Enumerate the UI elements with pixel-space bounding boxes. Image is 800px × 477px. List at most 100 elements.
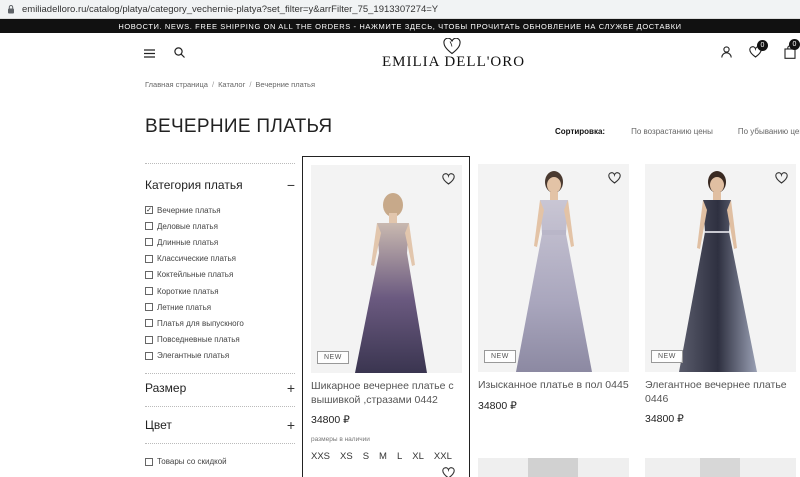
category-option[interactable]: Деловые платья — [145, 218, 295, 234]
url-text: emiliadelloro.ru/catalog/platya/category… — [22, 3, 439, 15]
lock-icon — [8, 5, 14, 14]
add-to-wishlist-icon[interactable] — [775, 172, 788, 184]
product-title[interactable]: Шикарное вечернее платье с вышивкой ,стр… — [311, 379, 461, 407]
collapse-icon[interactable]: − — [287, 178, 295, 192]
cart-count-badge: 0 — [789, 39, 800, 50]
checkbox[interactable] — [145, 270, 153, 279]
category-checklist: ✓ Вечерние платья Деловые платья Длинные … — [145, 202, 295, 364]
category-option[interactable]: Короткие платья — [145, 283, 295, 299]
add-to-wishlist-icon[interactable] — [442, 467, 455, 477]
breadcrumb-current: Вечерние платья — [255, 80, 316, 89]
product-card[interactable]: NEW Шикарное вечернее платье с вышивкой … — [302, 156, 470, 477]
product-image[interactable] — [478, 458, 629, 477]
category-option-label: Длинные платья — [157, 237, 219, 247]
add-to-wishlist-icon[interactable] — [608, 172, 621, 184]
expand-icon[interactable]: + — [287, 381, 295, 395]
divider — [145, 372, 295, 374]
category-option[interactable]: Платья для выпускного — [145, 315, 295, 331]
product-image[interactable] — [645, 164, 796, 372]
account-button[interactable] — [720, 45, 733, 59]
search-button[interactable] — [173, 46, 186, 59]
checkbox-checked[interactable]: ✓ — [145, 206, 153, 215]
site-header: EMILIA DELL'ORO 0 0 — [0, 33, 800, 78]
size-options: XXS XS S M L XL XXL — [311, 451, 462, 462]
new-badge: NEW — [484, 350, 516, 363]
sale-option-label: Товары со скидкой — [157, 457, 227, 467]
sort-controls: Сортировка: По возрастанию цены По убыва… — [555, 127, 800, 136]
checkbox[interactable] — [145, 303, 153, 312]
filter-color-title: Цвет — [145, 417, 172, 432]
checkbox[interactable] — [145, 335, 153, 344]
user-icon — [721, 46, 732, 58]
size-option[interactable]: S — [363, 451, 369, 462]
category-option[interactable]: Классические платья — [145, 251, 295, 267]
heart-logo-icon — [443, 38, 461, 55]
product-photo — [478, 164, 629, 372]
sort-price-desc[interactable]: По убыванию цены — [738, 127, 800, 136]
size-option[interactable]: XXS — [311, 451, 330, 462]
filter-size-title: Размер — [145, 380, 187, 395]
category-option-label: Платья для выпускного — [157, 318, 244, 328]
announcement-bar[interactable]: НОВОСТИ. NEWS. FREE SHIPPING ON ALL THE … — [0, 19, 800, 33]
add-to-wishlist-icon[interactable] — [442, 173, 455, 185]
site-logo[interactable]: EMILIA DELL'ORO — [382, 38, 526, 71]
product-photo — [311, 165, 462, 373]
checkbox[interactable] — [145, 254, 153, 263]
product-title[interactable]: Изысканное платье в пол 0445 — [478, 378, 630, 392]
new-badge: NEW — [651, 350, 683, 363]
address-bar[interactable]: emiliadelloro.ru/catalog/platya/category… — [0, 0, 800, 19]
checkbox[interactable] — [145, 457, 153, 466]
category-option-label: Вечерние платья — [157, 205, 221, 215]
page-title: ВЕЧЕРНИЕ ПЛАТЬЯ — [145, 116, 333, 137]
product-card[interactable]: NEW Изысканное платье в пол 0445 34800 ₽ — [478, 164, 630, 477]
sizes-available-label: размеры в наличии — [311, 436, 370, 443]
sale-checklist: Товары со скидкой — [145, 454, 295, 470]
category-option-label: Летние платья — [157, 302, 212, 312]
filter-category-header[interactable]: Категория платья − — [145, 176, 295, 194]
logo-text: EMILIA DELL'ORO — [382, 54, 526, 70]
announcement-text: НОВОСТИ. NEWS. FREE SHIPPING ON ALL THE … — [118, 21, 682, 31]
checkbox[interactable] — [145, 319, 153, 328]
filter-sidebar: Категория платья − ✓ Вечерние платья Дело… — [145, 163, 295, 470]
breadcrumb-home[interactable]: Главная страница — [145, 80, 208, 89]
product-card[interactable]: NEW Элегантное вечернее платье 0446 3480… — [645, 164, 800, 477]
category-option[interactable]: Летние платья — [145, 299, 295, 315]
category-option[interactable]: Повседневные платья — [145, 332, 295, 348]
category-option[interactable]: Длинные платья — [145, 234, 295, 250]
size-option[interactable]: XXL — [434, 451, 452, 462]
category-option-label: Классические платья — [157, 254, 236, 264]
breadcrumb-catalog[interactable]: Каталог — [218, 80, 245, 89]
product-photo — [645, 164, 796, 372]
product-image[interactable] — [478, 164, 629, 372]
size-option[interactable]: L — [397, 451, 402, 462]
product-title[interactable]: Элегантное вечернее платье 0446 — [645, 378, 795, 406]
category-option[interactable]: ✓ Вечерние платья — [145, 202, 295, 218]
size-option[interactable]: XS — [340, 451, 353, 462]
product-image[interactable] — [645, 458, 796, 477]
filter-size-header[interactable]: Размер + — [145, 379, 295, 397]
wishlist-count-badge: 0 — [757, 40, 768, 51]
menu-button[interactable] — [143, 47, 155, 59]
divider — [145, 442, 295, 444]
new-badge: NEW — [317, 351, 349, 364]
checkbox[interactable] — [145, 222, 153, 231]
category-option[interactable]: Элегантные платья — [145, 348, 295, 364]
size-option[interactable]: M — [379, 451, 387, 462]
sort-price-asc[interactable]: По возрастанию цены — [631, 127, 713, 136]
checkbox[interactable] — [145, 351, 153, 360]
category-option[interactable]: Коктейльные платья — [145, 267, 295, 283]
search-icon — [174, 47, 185, 58]
product-image[interactable] — [311, 165, 462, 373]
product-price: 34800 ₽ — [645, 413, 684, 425]
filter-category-title: Категория платья — [145, 178, 243, 192]
filter-color-header[interactable]: Цвет + — [145, 416, 295, 434]
checkbox[interactable] — [145, 238, 153, 247]
size-option[interactable]: XL — [412, 451, 424, 462]
divider — [145, 163, 295, 164]
expand-icon[interactable]: + — [287, 418, 295, 432]
divider — [145, 405, 295, 407]
breadcrumb-separator: / — [211, 80, 215, 89]
checkbox[interactable] — [145, 287, 153, 296]
product-photo — [645, 458, 796, 477]
sale-option[interactable]: Товары со скидкой — [145, 454, 295, 470]
